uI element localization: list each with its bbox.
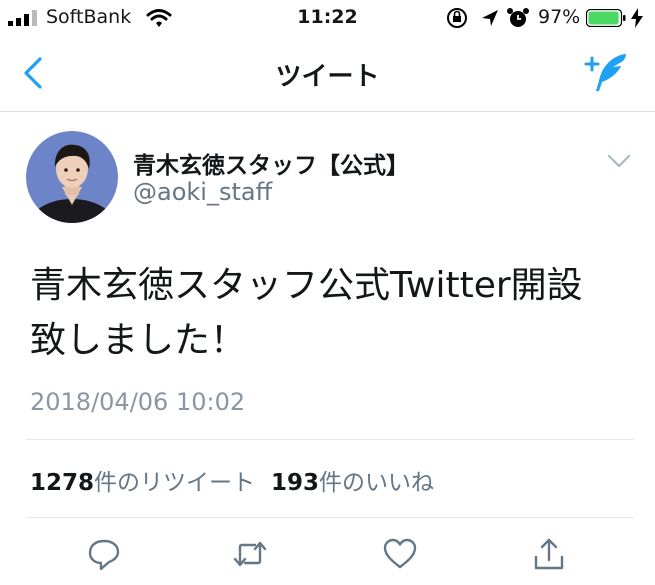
divider [26, 517, 634, 518]
status-bar: SoftBank 11:22 97% [0, 0, 655, 36]
chevron-down-icon[interactable] [606, 152, 632, 170]
compose-tweet-icon[interactable] [580, 51, 630, 95]
share-icon[interactable] [531, 536, 567, 572]
location-icon [482, 10, 498, 26]
battery-percentage: 97% [538, 6, 581, 28]
retweet-count-link[interactable]: 1278件のリツイート [30, 470, 255, 496]
engagement-stats: 1278件のリツイート 193件のいいね [30, 463, 434, 497]
page-title: ツイート [275, 62, 380, 92]
navigation-bar: ツイート [0, 36, 655, 112]
like-heart-icon[interactable] [382, 536, 418, 572]
tweet-text-line: 青木玄徳スタッフ公式Twitter開設 [30, 265, 583, 306]
status-icons [447, 8, 529, 28]
like-count-link[interactable]: 193件のいいね [271, 470, 434, 496]
display-name[interactable]: 青木玄徳スタッフ【公式】 [133, 146, 409, 180]
alarm-icon [507, 8, 529, 27]
battery-icon [586, 9, 626, 27]
user-handle[interactable]: @aoki_staff [133, 178, 272, 206]
retweet-icon[interactable] [232, 536, 268, 572]
avatar-photo [26, 131, 118, 223]
like-label: 件のいいね [319, 470, 435, 496]
tweet-text: 青木玄徳スタッフ公式Twitter開設 致しました！ [30, 258, 630, 368]
reply-icon[interactable] [86, 536, 122, 572]
divider [26, 439, 634, 440]
avatar[interactable] [26, 131, 118, 223]
charging-icon [631, 8, 643, 28]
tweet-timestamp: 2018/04/06 10:02 [30, 388, 246, 416]
like-count: 193 [271, 470, 320, 496]
tweet-text-line: 致しました！ [30, 320, 247, 361]
retweet-count: 1278 [30, 470, 95, 496]
rotation-lock-icon [447, 8, 467, 28]
retweet-label: 件のリツイート [94, 470, 256, 496]
